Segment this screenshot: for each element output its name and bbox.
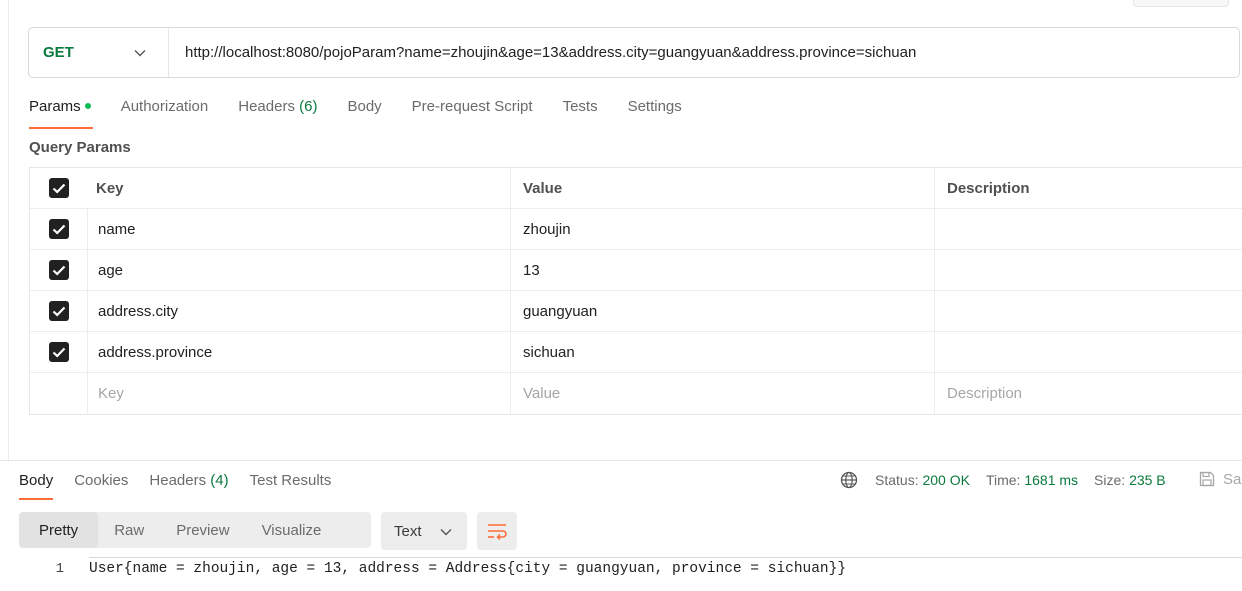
response-tab-headers[interactable]: Headers (4) [149, 472, 228, 498]
time-value: 1681 ms [1024, 472, 1079, 488]
param-key[interactable]: age [88, 250, 511, 290]
response-tab-cookies[interactable]: Cookies [74, 472, 128, 498]
table-row: address.province sichuan [30, 332, 1242, 373]
view-raw[interactable]: Raw [98, 512, 160, 548]
column-header-value: Value [511, 168, 935, 208]
tab-settings[interactable]: Settings [628, 96, 682, 123]
table-row: age 13 [30, 250, 1242, 291]
method-label: GET [43, 44, 74, 61]
tab-params[interactable]: Params [29, 96, 93, 129]
response-body-line: 1 User{name = zhoujin, age = 13, address… [0, 557, 1242, 579]
format-select[interactable]: Text [381, 512, 467, 550]
wrap-lines-icon [488, 524, 507, 540]
response-tab-body[interactable]: Body [19, 472, 54, 500]
param-value[interactable]: zhoujin [511, 209, 935, 249]
empty-check-cell [30, 373, 88, 414]
sidebar-edge [8, 0, 9, 460]
row-check-cell [30, 209, 88, 249]
new-param-row: Key Value Description [30, 373, 1242, 414]
new-key-input[interactable]: Key [88, 373, 511, 414]
url-input[interactable] [169, 28, 1239, 77]
param-value[interactable]: sichuan [511, 332, 935, 372]
tab-tests[interactable]: Tests [563, 96, 598, 123]
row-check-cell [30, 250, 88, 290]
chevron-down-icon [134, 45, 146, 60]
method-select[interactable]: GET [29, 28, 169, 77]
size-label: Size: [1094, 472, 1126, 488]
table-row: address.city guangyuan [30, 291, 1242, 332]
query-params-title: Query Params [29, 139, 131, 156]
save-response-label: Sa [1223, 470, 1242, 488]
tab-headers-label: Headers [238, 98, 295, 115]
size-info[interactable]: Size: 235 B [1094, 472, 1166, 488]
param-value[interactable]: 13 [511, 250, 935, 290]
row-checkbox[interactable] [48, 260, 69, 280]
response-tab-test-results[interactable]: Test Results [250, 472, 332, 498]
tab-headers[interactable]: Headers (6) [238, 96, 317, 123]
select-all-cell [30, 168, 88, 208]
select-all-checkbox[interactable] [49, 178, 69, 198]
params-active-dot [84, 103, 91, 110]
response-status-bar: Status: 200 OK Time: 1681 ms Size: 235 B [840, 471, 1182, 489]
param-description[interactable] [935, 250, 1242, 290]
view-preview[interactable]: Preview [160, 512, 245, 548]
param-value[interactable]: guangyuan [511, 291, 935, 331]
status-info[interactable]: Status: 200 OK [875, 472, 970, 488]
response-view-modes: Pretty Raw Preview Visualize [19, 512, 371, 548]
tab-headers-count: (6) [299, 98, 318, 115]
row-check-cell [30, 332, 88, 372]
param-key[interactable]: address.city [88, 291, 511, 331]
view-pretty[interactable]: Pretty [19, 512, 99, 548]
size-value: 235 B [1129, 472, 1166, 488]
table-row: name zhoujin [30, 209, 1242, 250]
chevron-down-icon [440, 523, 452, 539]
tab-prerequest-script[interactable]: Pre-request Script [412, 96, 533, 123]
status-value: 200 OK [922, 472, 970, 488]
param-key[interactable]: name [88, 209, 511, 249]
request-tabs: Params Authorization Headers (6) Body Pr… [29, 96, 712, 129]
save-icon [1199, 471, 1215, 487]
status-label: Status: [875, 472, 919, 488]
top-toolbar-button[interactable] [1133, 0, 1229, 7]
time-info[interactable]: Time: 1681 ms [986, 472, 1078, 488]
view-visualize[interactable]: Visualize [246, 512, 338, 548]
new-value-input[interactable]: Value [511, 373, 935, 414]
word-wrap-button[interactable] [477, 512, 517, 550]
param-description[interactable] [935, 332, 1242, 372]
save-response-button[interactable]: Sa [1198, 470, 1241, 488]
response-body-text[interactable]: User{name = zhoujin, age = 13, address =… [89, 559, 846, 577]
column-header-description: Description [947, 179, 1030, 197]
table-header-row: Key Value Description [30, 168, 1242, 209]
tab-params-label: Params [29, 98, 81, 115]
response-tab-headers-label: Headers [149, 472, 207, 489]
response-tab-headers-count: (4) [210, 472, 229, 489]
param-key[interactable]: address.province [88, 332, 511, 372]
line-number: 1 [55, 561, 64, 577]
response-divider[interactable] [0, 460, 1242, 461]
param-description[interactable] [935, 291, 1242, 331]
row-checkbox[interactable] [48, 342, 69, 362]
tab-authorization[interactable]: Authorization [121, 96, 209, 123]
row-checkbox[interactable] [48, 219, 69, 239]
request-url-bar: GET [28, 27, 1240, 78]
param-description[interactable] [935, 209, 1242, 249]
column-header-key: Key [88, 168, 511, 208]
response-tabs: Body Cookies Headers (4) Test Results [19, 472, 352, 500]
globe-icon[interactable] [840, 471, 858, 489]
time-label: Time: [985, 472, 1021, 488]
new-description-input[interactable]: Description [935, 373, 1242, 414]
query-params-table: Key Value Description name zhoujin age 1… [29, 167, 1242, 415]
tab-body[interactable]: Body [347, 96, 381, 123]
format-label: Text [394, 522, 422, 540]
row-check-cell [30, 291, 88, 331]
row-checkbox[interactable] [48, 301, 69, 321]
